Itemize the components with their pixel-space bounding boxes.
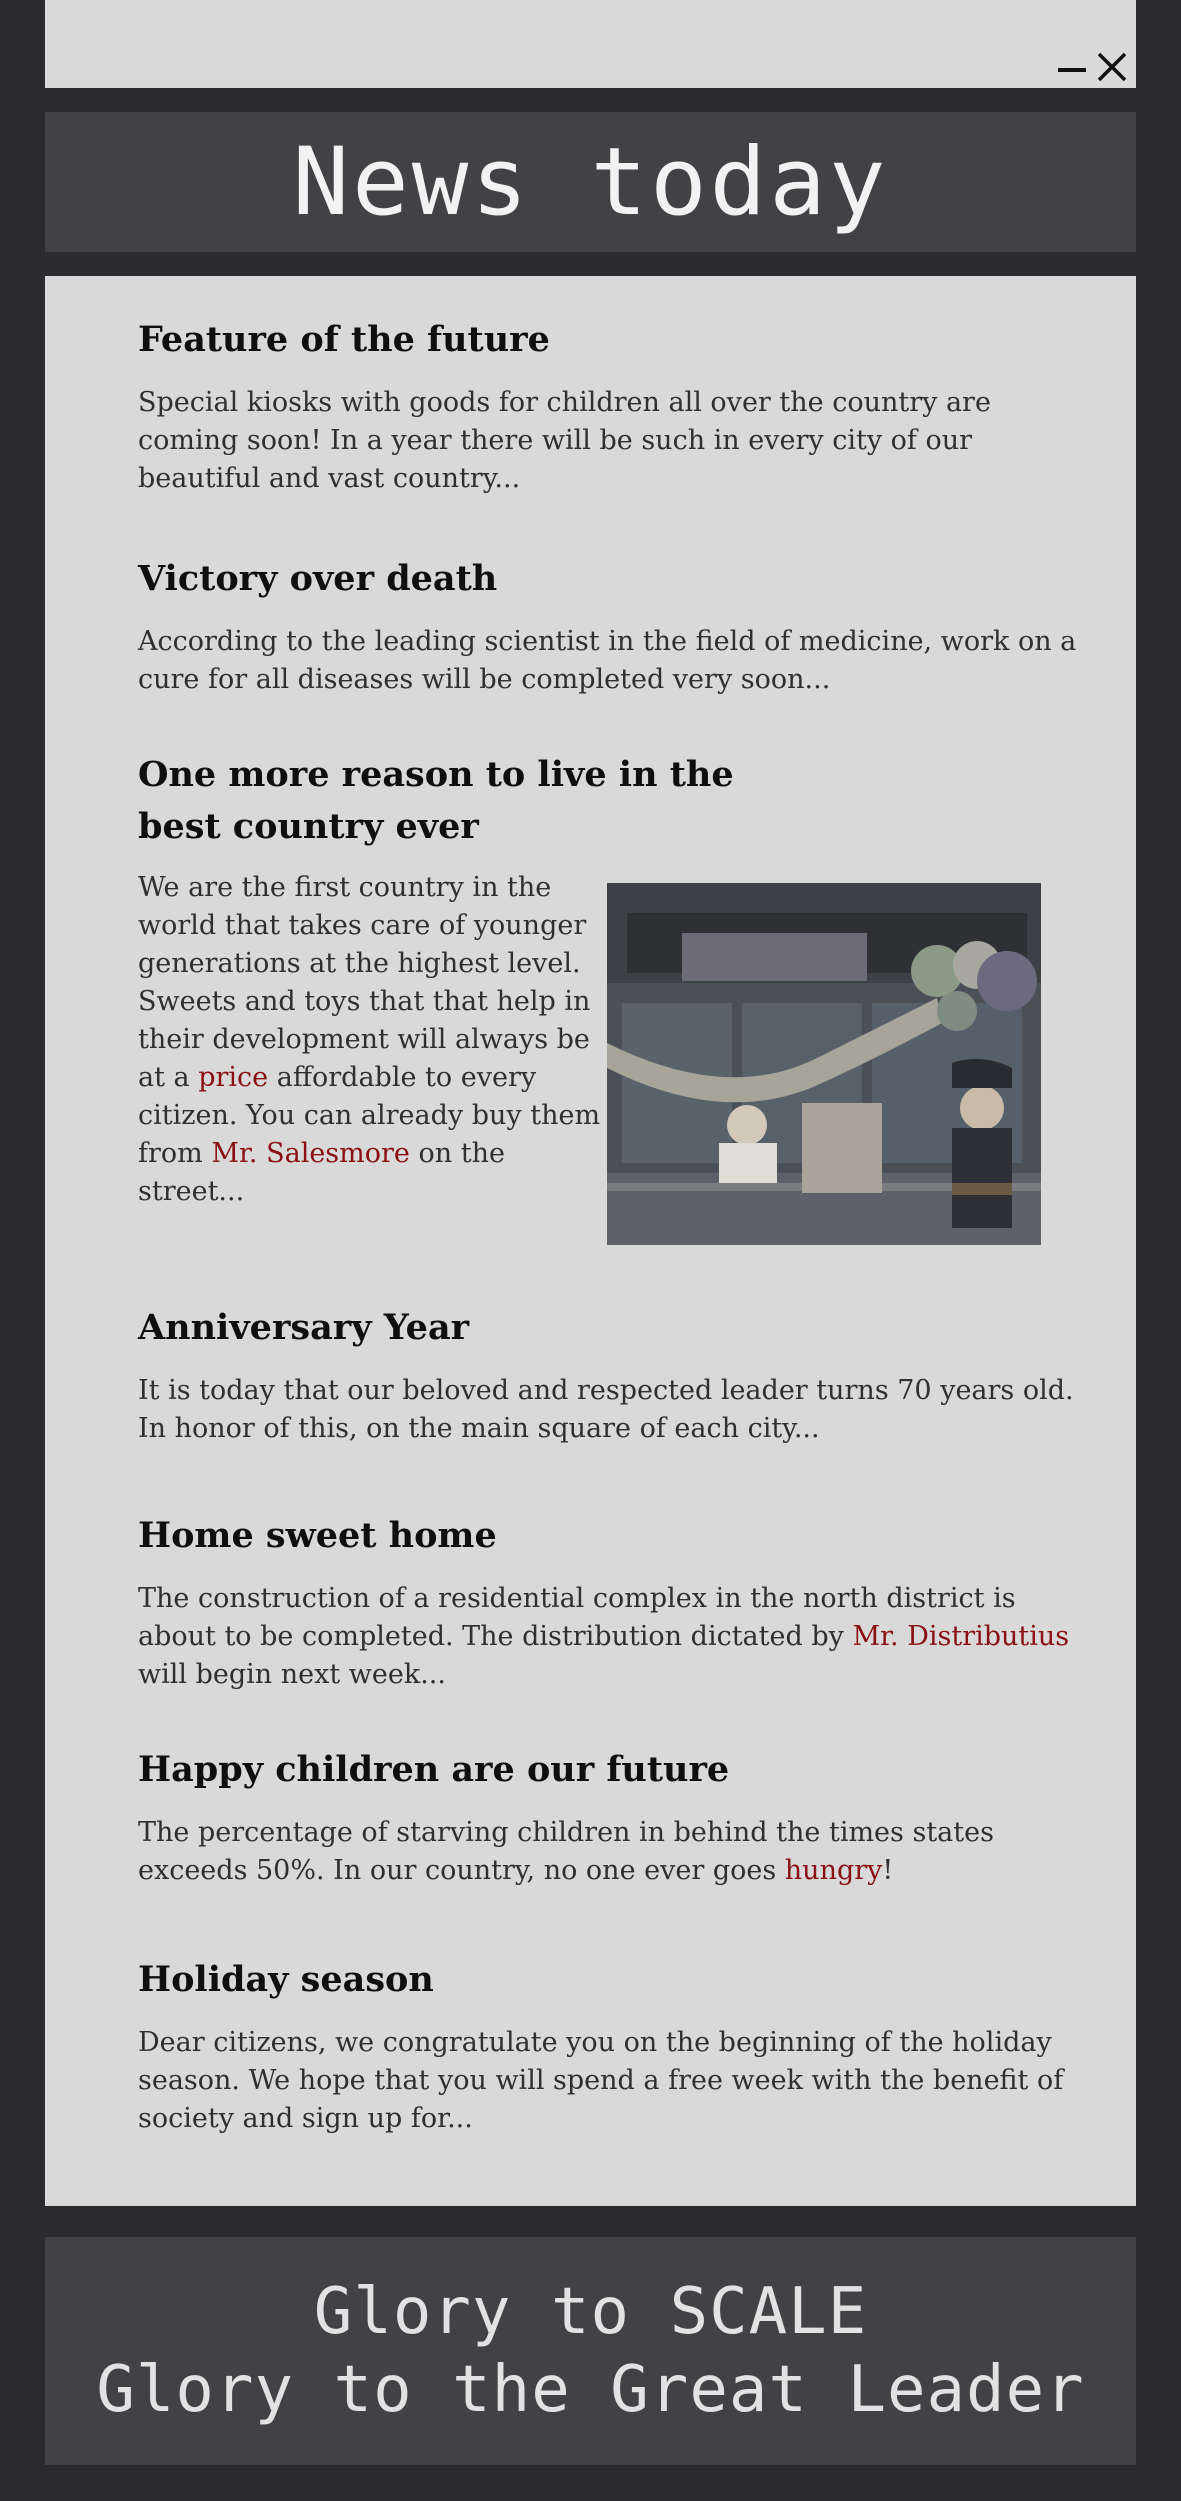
- article-body: Special kiosks with goods for children a…: [138, 387, 991, 494]
- article-body: It is today that our beloved and respect…: [138, 1375, 1074, 1444]
- article-body: Dear citizens, we congratulate you on th…: [138, 2027, 1064, 2134]
- footer-slogan-1: Glory to SCALE: [313, 2275, 868, 2349]
- article-headline: One more reason to live in the best coun…: [138, 754, 734, 847]
- article-body: We are the first country in the world th…: [138, 872, 601, 1207]
- article-body: According to the leading scientist in th…: [138, 626, 1077, 695]
- article-holiday-season: Holiday season Dear citizens, we congrat…: [138, 1954, 1088, 2138]
- page-header: News today: [45, 112, 1136, 252]
- article-headline: Home sweet home: [138, 1515, 497, 1556]
- price-link[interactable]: price: [198, 1062, 268, 1093]
- article-happy-children: Happy children are our future The percen…: [138, 1744, 1088, 1890]
- minimize-icon[interactable]: [1055, 50, 1089, 84]
- article-headline: Holiday season: [138, 1959, 434, 2000]
- window-titlebar: [45, 0, 1136, 88]
- article-home-sweet-home: Home sweet home The construction of a re…: [138, 1510, 1088, 1694]
- article-headline: Happy children are our future: [138, 1749, 730, 1790]
- article-illustration: [607, 883, 1041, 1245]
- article-feature-of-the-future: Feature of the future Special kiosks wit…: [138, 314, 1088, 498]
- article-headline: Anniversary Year: [138, 1307, 470, 1348]
- article-headline: Feature of the future: [138, 319, 550, 360]
- article-victory-over-death: Victory over death According to the lead…: [138, 553, 1088, 699]
- footer-slogan-2: Glory to the Great Leader: [96, 2353, 1085, 2427]
- article-headline: Victory over death: [138, 558, 498, 599]
- page-footer: Glory to SCALE Glory to the Great Leader: [45, 2237, 1136, 2465]
- news-panel: Feature of the future Special kiosks wit…: [45, 276, 1136, 2206]
- mr-distributius-link[interactable]: Mr. Distributius: [852, 1621, 1069, 1652]
- close-icon[interactable]: [1095, 50, 1129, 84]
- article-body: The construction of a residential comple…: [138, 1583, 1070, 1690]
- mr-salesmore-link[interactable]: Mr. Salesmore: [211, 1138, 410, 1169]
- article-body: The percentage of starving children in b…: [138, 1817, 994, 1886]
- page-title: News today: [292, 127, 889, 237]
- article-anniversary-year: Anniversary Year It is today that our be…: [138, 1302, 1088, 1448]
- hungry-link[interactable]: hungry: [785, 1855, 883, 1886]
